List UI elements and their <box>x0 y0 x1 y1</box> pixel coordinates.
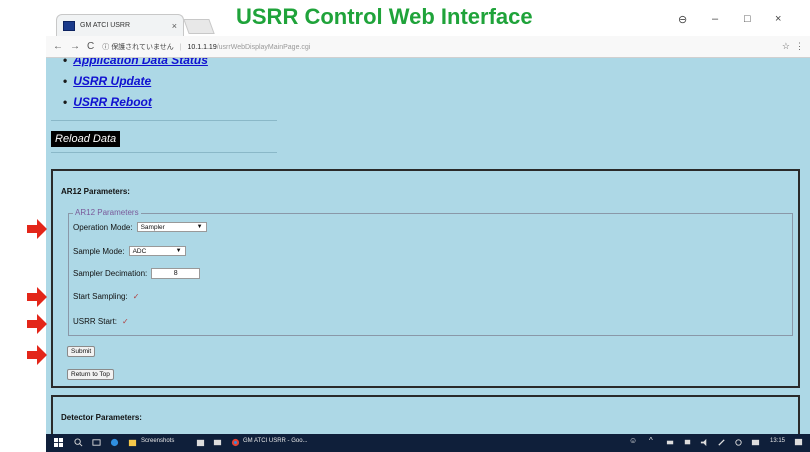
link-usrr-update[interactable]: • USRR Update <box>63 71 208 92</box>
volume-icon[interactable] <box>700 438 709 447</box>
operation-mode-row: Operation Mode: Sampler ▼ <box>73 222 207 232</box>
chevron-up-icon[interactable]: ^ <box>649 436 653 445</box>
annotation-arrow-icon <box>27 287 47 307</box>
sample-mode-row: Sample Mode: ADC ▼ <box>73 246 186 256</box>
people-icon[interactable]: ☺ <box>629 436 637 445</box>
start-sampling-row: Start Sampling: ✓ <box>73 292 139 301</box>
minimize-icon[interactable]: – <box>712 13 718 25</box>
operation-mode-select[interactable]: Sampler ▼ <box>136 222 207 232</box>
url-host: 10.1.1.19 <box>187 43 217 51</box>
usrr-start-row: USRR Start: ✓ <box>73 317 129 326</box>
annotation-arrow-icon <box>27 345 47 365</box>
profile-icon[interactable]: ⊖ <box>678 13 687 26</box>
operation-mode-label: Operation Mode: <box>73 222 133 232</box>
new-tab-button[interactable] <box>183 19 215 34</box>
divider <box>51 120 277 121</box>
favicon-icon <box>63 20 75 31</box>
close-window-icon[interactable]: × <box>775 13 781 25</box>
url-field[interactable]: ⓘ 保護されていません | 10.1.1.19/usrrWebDisplayMa… <box>102 42 310 52</box>
sample-mode-label: Sample Mode: <box>73 246 125 256</box>
battery-icon[interactable] <box>666 438 675 447</box>
edge-icon[interactable] <box>110 438 119 447</box>
ar12-section: AR12 Parameters: AR12 Parameters Operati… <box>51 169 800 388</box>
sampler-decimation-label: Sampler Decimation: <box>73 269 148 278</box>
page-content: • Application Data Status • USRR Update • U… <box>46 58 810 434</box>
windows-start-icon[interactable] <box>54 438 63 447</box>
maximize-icon[interactable]: □ <box>744 13 751 25</box>
info-icon: ⓘ <box>102 43 110 51</box>
detector-section-title: Detector Parameters: <box>61 413 142 422</box>
taskbar-screenshots[interactable]: Screenshots <box>141 438 174 444</box>
store-icon[interactable] <box>196 438 205 447</box>
settings-icon[interactable] <box>734 438 743 447</box>
clock-time: 13:15 <box>770 438 786 444</box>
screenshot-root: GM ATCI USRR × USRR Control Web Interfac… <box>0 0 810 452</box>
link-application-data-status[interactable]: • Application Data Status <box>63 58 208 71</box>
forward-icon[interactable]: → <box>70 41 80 52</box>
browser-tab[interactable]: GM ATCI USRR × <box>56 14 184 36</box>
folder-icon[interactable] <box>128 438 137 447</box>
taskbar-chrome-window[interactable]: GM ATCI USRR - Goo... <box>243 438 308 444</box>
tab-title: GM ATCI USRR <box>80 22 131 29</box>
reload-data-button[interactable]: Reload Data <box>51 131 121 147</box>
banner-title: USRR Control Web Interface <box>236 4 533 29</box>
security-text: 保護されていません <box>111 43 174 51</box>
ar12-fieldset: AR12 Parameters Operation Mode: Sampler ▼… <box>68 208 793 336</box>
sample-mode-select[interactable]: ADC ▼ <box>128 246 186 256</box>
url-path: /usrrWebDisplayMainPage.cgi <box>216 43 311 51</box>
sampler-decimation-input[interactable]: 8 <box>151 268 201 279</box>
start-sampling-checkbox[interactable]: ✓ <box>133 292 140 301</box>
dropdown-arrow-icon: ▼ <box>175 248 182 254</box>
detector-section: Detector Parameters: <box>51 395 800 434</box>
reload-icon[interactable]: C <box>87 41 94 52</box>
annotation-arrow-icon <box>27 219 47 239</box>
back-icon[interactable]: ← <box>53 41 63 52</box>
dropdown-arrow-icon: ▼ <box>196 224 203 230</box>
network-icon[interactable] <box>683 438 692 447</box>
bookmark-star-icon[interactable]: ☆ <box>782 41 790 52</box>
submit-button[interactable]: Submit <box>67 346 96 357</box>
divider <box>51 152 277 153</box>
usrr-start-label: USRR Start: <box>73 317 118 326</box>
usrr-start-checkbox[interactable]: ✓ <box>122 317 129 326</box>
task-view-icon[interactable] <box>92 438 101 447</box>
windows-taskbar: Screenshots GM ATCI USRR - Goo... ☺ ^ 13… <box>46 434 810 452</box>
tab-close-icon[interactable]: × <box>172 21 177 31</box>
menu-icon[interactable]: ⋮ <box>795 41 804 52</box>
return-to-top-button[interactable]: Return to Top <box>67 369 114 380</box>
keyboard-icon[interactable] <box>751 438 760 447</box>
sampler-decimation-row: Sampler Decimation: 8 <box>73 268 201 279</box>
ar12-legend: AR12 Parameters <box>73 208 141 217</box>
notifications-icon[interactable] <box>794 438 803 447</box>
ar12-section-title: AR12 Parameters: <box>61 187 130 196</box>
pen-icon[interactable] <box>717 438 726 447</box>
chrome-icon[interactable] <box>231 438 240 447</box>
start-sampling-label: Start Sampling: <box>73 292 128 301</box>
annotation-arrow-icon <box>27 314 47 334</box>
link-usrr-reboot[interactable]: • USRR Reboot <box>63 92 208 113</box>
mail-icon[interactable] <box>213 438 222 447</box>
address-bar: ← → C ⓘ 保護されていません | 10.1.1.19/usrrWebDis… <box>46 36 810 58</box>
nav-links: • Application Data Status • USRR Update • U… <box>63 58 208 113</box>
search-icon[interactable] <box>74 438 83 447</box>
url-separator: | <box>179 43 182 51</box>
